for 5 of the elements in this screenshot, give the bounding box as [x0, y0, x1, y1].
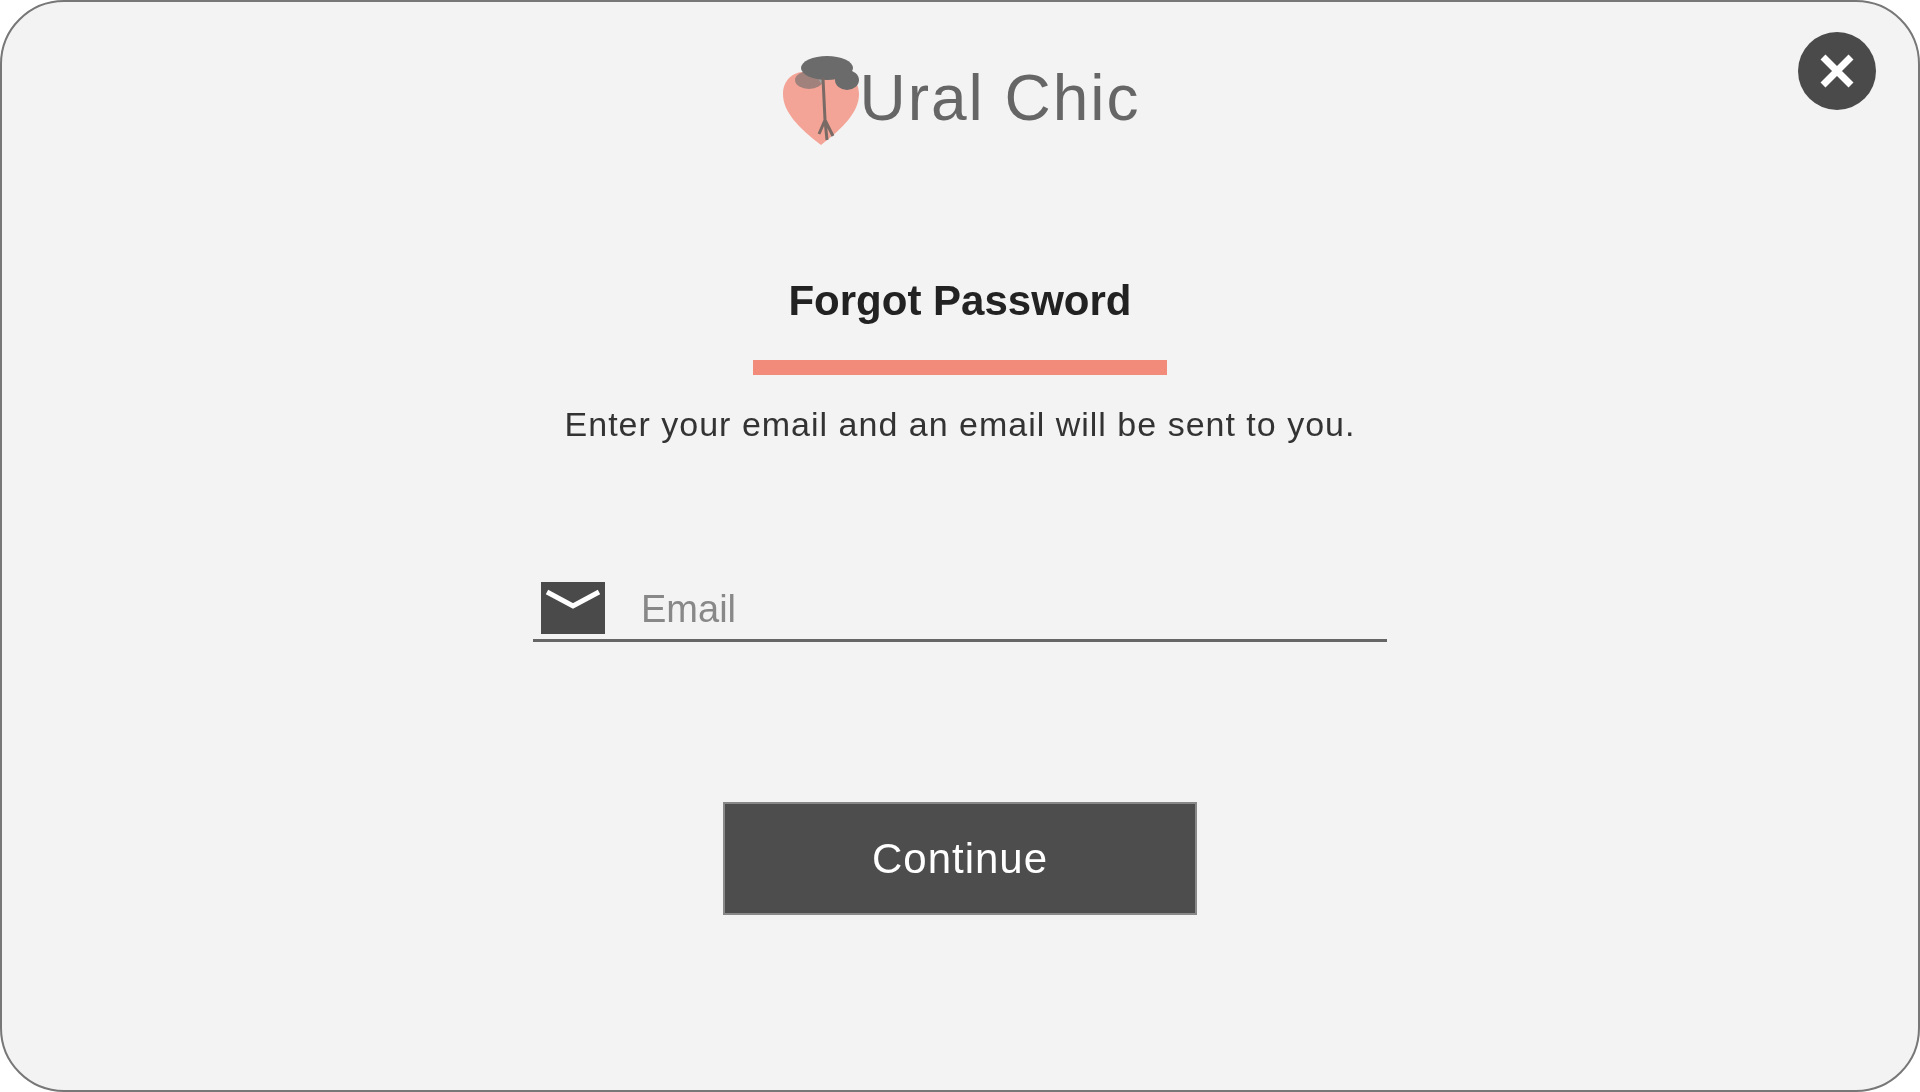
dialog-title: Forgot Password: [788, 280, 1132, 322]
logo-text: Ural Chic: [859, 66, 1141, 130]
continue-button[interactable]: Continue: [723, 802, 1197, 915]
envelope-icon: [541, 582, 605, 634]
instruction-text: Enter your email and an email will be sent to you.: [564, 405, 1356, 444]
